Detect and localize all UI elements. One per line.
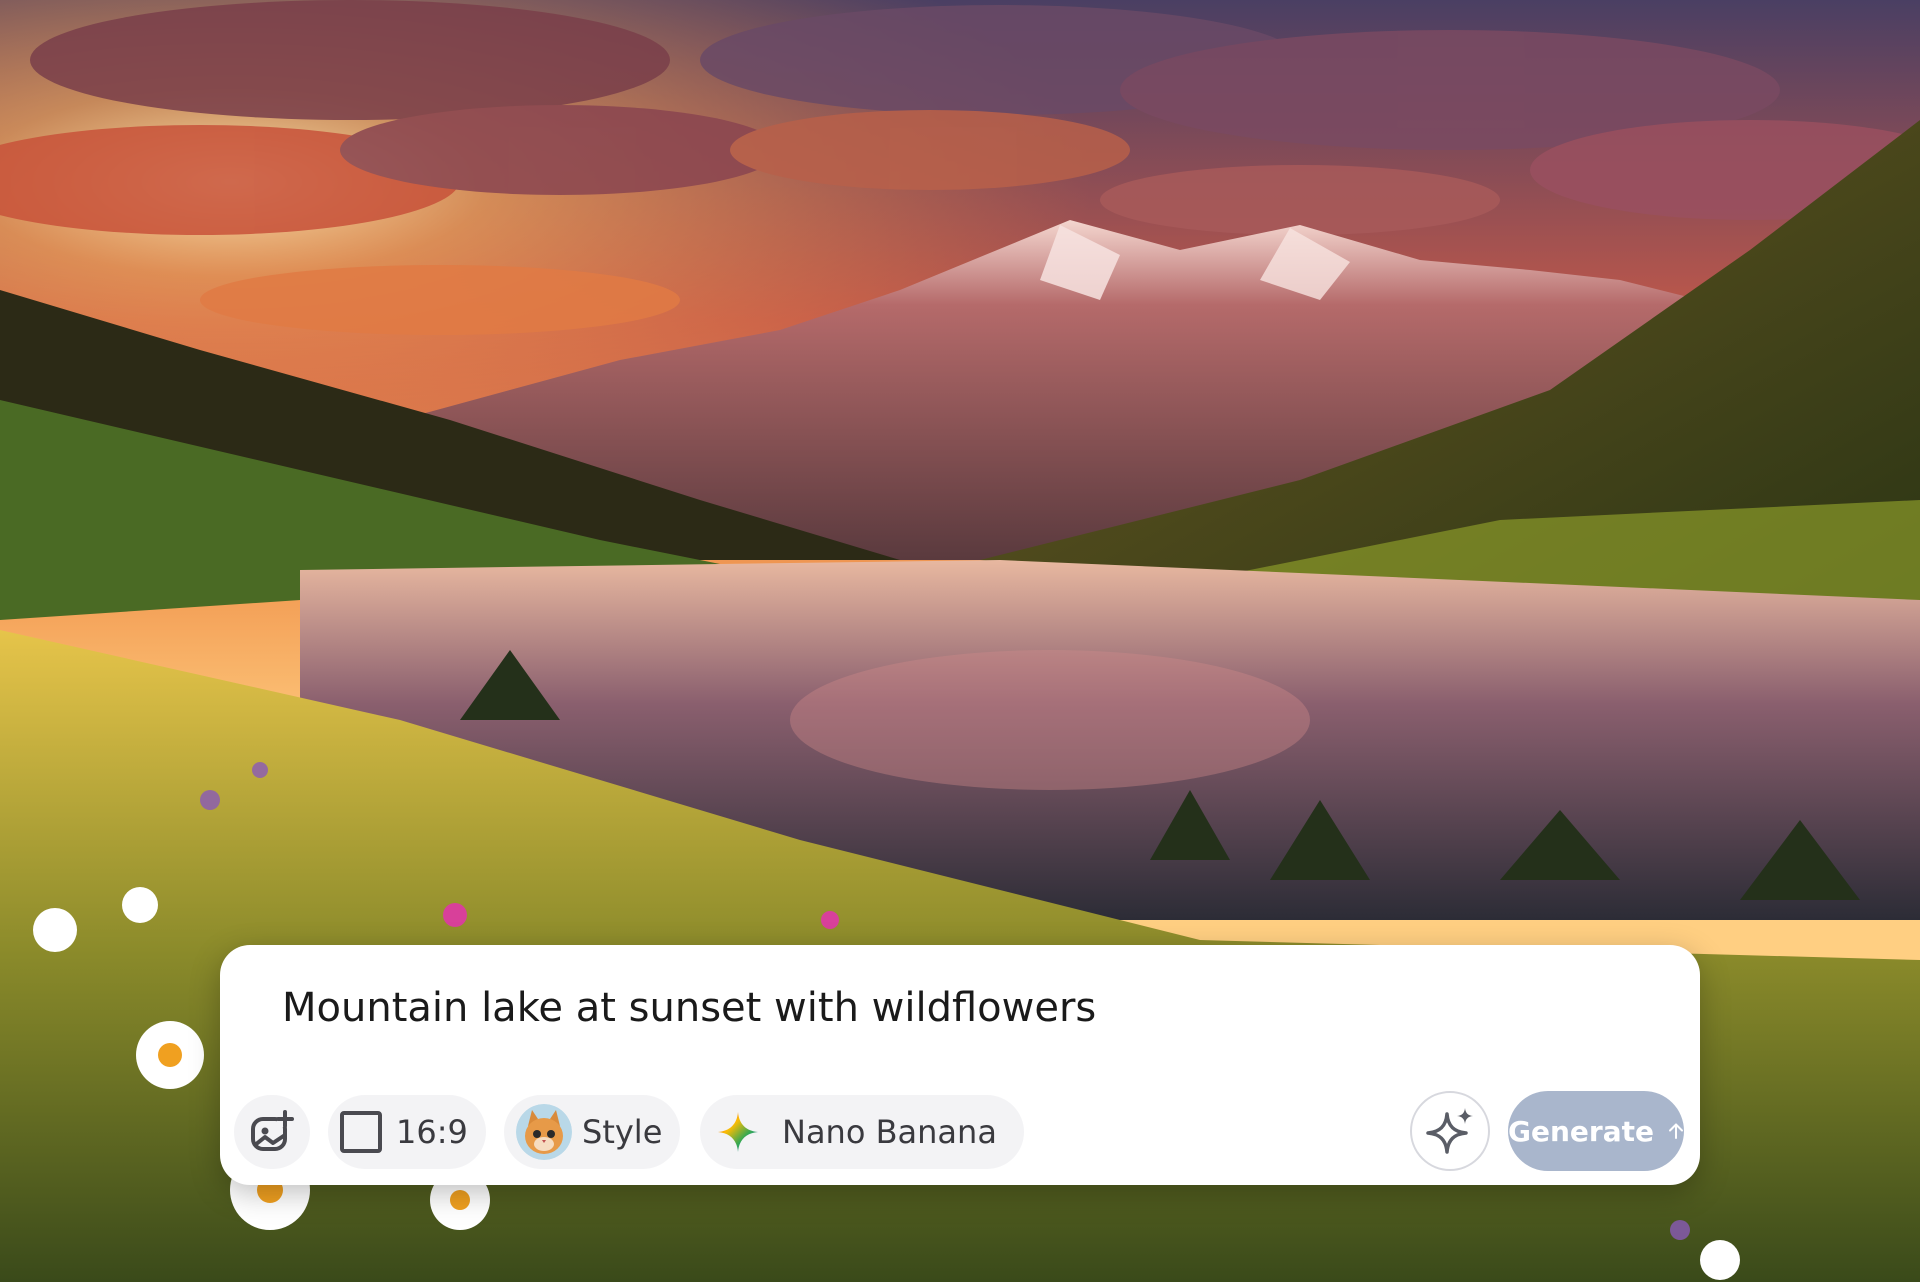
gemini-sparkle-icon: [718, 1112, 758, 1152]
prompt-toolbar: 16:9 Style Nano Banana Generate: [234, 1091, 1684, 1171]
model-label: Nano Banana: [782, 1113, 997, 1151]
cat-avatar-icon: [516, 1104, 572, 1160]
enhance-prompt-button[interactable]: [1410, 1091, 1490, 1171]
add-image-button[interactable]: [234, 1095, 310, 1169]
style-button[interactable]: Style: [504, 1095, 680, 1169]
add-image-icon: [251, 1110, 294, 1151]
generate-label: Generate: [1508, 1114, 1654, 1148]
style-label: Style: [582, 1113, 663, 1151]
aspect-ratio-label: 16:9: [396, 1113, 468, 1151]
model-selector-button[interactable]: Nano Banana: [700, 1095, 1024, 1169]
aspect-ratio-button[interactable]: 16:9: [328, 1095, 486, 1169]
aspect-ratio-icon: [340, 1111, 382, 1153]
generate-button[interactable]: Generate: [1508, 1091, 1684, 1171]
prompt-card: Mountain lake at sunset with wildflowers…: [220, 945, 1700, 1185]
sparkle-icon: [1426, 1108, 1473, 1154]
arrow-up-icon: [1668, 1123, 1683, 1140]
prompt-input[interactable]: Mountain lake at sunset with wildflowers: [282, 985, 1640, 1031]
